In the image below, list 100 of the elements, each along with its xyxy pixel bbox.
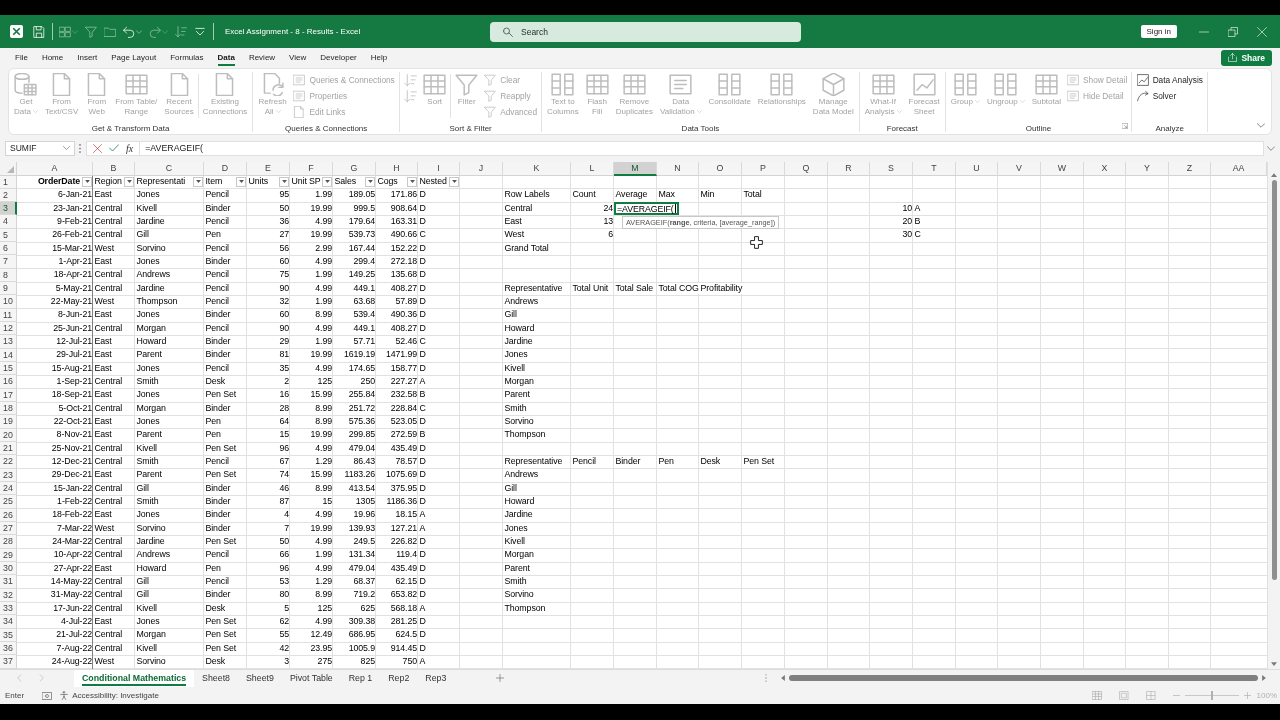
- row-header[interactable]: 13: [0, 335, 17, 349]
- triangle-up-icon[interactable]: [1271, 173, 1277, 177]
- row-header[interactable]: 25: [0, 495, 17, 509]
- column-header[interactable]: N: [657, 162, 699, 176]
- column-header[interactable]: Y: [1126, 162, 1169, 176]
- row-header[interactable]: 30: [0, 562, 17, 576]
- row-header[interactable]: 33: [0, 602, 17, 616]
- accessibility-button[interactable]: Accessibility: Investigate: [60, 691, 159, 701]
- dialog-launcher-icon[interactable]: [1122, 123, 1129, 129]
- menu-tab[interactable]: Insert: [70, 48, 105, 67]
- ribbon-button[interactable]: Data Analysis: [1134, 72, 1205, 88]
- column-header[interactable]: P: [742, 162, 785, 176]
- row-header[interactable]: 3: [0, 202, 17, 216]
- insert-function-button[interactable]: fx: [126, 141, 134, 155]
- record-icon[interactable]: [42, 691, 53, 700]
- filter-dropdown-button[interactable]: [322, 176, 332, 187]
- column-header[interactable]: X: [1084, 162, 1126, 176]
- row-header[interactable]: 7: [0, 255, 17, 269]
- column-header[interactable]: M: [614, 162, 657, 176]
- search-field[interactable]: Search: [490, 21, 801, 42]
- menu-tab[interactable]: Formulas: [163, 48, 211, 67]
- column-header[interactable]: T: [913, 162, 956, 176]
- column-header[interactable]: K: [503, 162, 571, 176]
- filter-dropdown-button[interactable]: [449, 176, 459, 187]
- row-header[interactable]: 34: [0, 615, 17, 629]
- close-icon[interactable]: [1257, 26, 1267, 37]
- column-header[interactable]: B: [93, 162, 135, 176]
- name-box[interactable]: SUMIF: [5, 140, 75, 156]
- menu-tab[interactable]: Developer: [313, 48, 364, 67]
- column-header[interactable]: S: [870, 162, 913, 176]
- page-icon[interactable]: [1118, 691, 1129, 701]
- column-header[interactable]: D: [204, 162, 247, 176]
- filter-dropdown-button[interactable]: [365, 176, 375, 187]
- row-header[interactable]: 18: [0, 402, 17, 416]
- quick-access-button[interactable]: [123, 25, 142, 38]
- menu-tab[interactable]: Page Layout: [104, 48, 164, 67]
- column-header[interactable]: Q: [785, 162, 828, 176]
- menu-tab[interactable]: View: [282, 48, 314, 67]
- column-header[interactable]: E: [247, 162, 290, 176]
- row-header[interactable]: 16: [0, 375, 17, 389]
- column-header[interactable]: AA: [1211, 162, 1267, 176]
- sheet-tab[interactable]: Pivot Table: [281, 669, 341, 687]
- sheet-tab[interactable]: Conditional Mathematics: [74, 669, 195, 687]
- triangle-down-icon[interactable]: [1271, 661, 1277, 666]
- cell-editor[interactable]: =AVERAGEIF(: [614, 202, 679, 216]
- menu-tab[interactable]: Help: [363, 48, 395, 67]
- column-header[interactable]: J: [460, 162, 503, 176]
- sheet-tab[interactable]: Sheet9: [238, 669, 282, 687]
- filter-dropdown-button[interactable]: [407, 176, 417, 187]
- column-header[interactable]: A: [17, 162, 93, 176]
- row-header[interactable]: 4: [0, 215, 17, 229]
- filter-dropdown-button[interactable]: [236, 176, 246, 187]
- formula-input[interactable]: =AVERAGEIF(: [140, 140, 1264, 156]
- column-header[interactable]: H: [376, 162, 418, 176]
- row-header[interactable]: 10: [0, 295, 17, 309]
- column-header[interactable]: W: [1041, 162, 1084, 176]
- filter-dropdown-button[interactable]: [82, 176, 92, 187]
- sheet-tab[interactable]: Rep2: [380, 669, 418, 687]
- menu-tab[interactable]: Review: [241, 48, 283, 67]
- row-header[interactable]: 19: [0, 415, 17, 429]
- row-header[interactable]: 15: [0, 362, 17, 376]
- filter-dropdown-button[interactable]: [193, 176, 203, 187]
- column-header[interactable]: Z: [1169, 162, 1211, 176]
- row-header[interactable]: 12: [0, 322, 17, 336]
- column-header[interactable]: V: [998, 162, 1041, 176]
- column-header[interactable]: I: [418, 162, 460, 176]
- filter-dropdown-button[interactable]: [279, 176, 289, 187]
- sheet-tab[interactable]: Sheet8: [194, 669, 238, 687]
- quick-access-button[interactable]: [194, 25, 206, 38]
- scrollbar-thumb[interactable]: [1271, 180, 1277, 580]
- plus-icon[interactable]: [1243, 692, 1251, 700]
- filter-dropdown-button[interactable]: [124, 176, 134, 187]
- grid-view-icon[interactable]: [1091, 691, 1102, 701]
- column-header[interactable]: U: [956, 162, 998, 176]
- worksheet-grid[interactable]: [17, 175, 1267, 669]
- row-header[interactable]: 24: [0, 482, 17, 496]
- ribbon-button[interactable]: Solver: [1134, 88, 1205, 104]
- row-header[interactable]: 22: [0, 455, 17, 469]
- plus-icon[interactable]: [496, 674, 505, 683]
- row-header[interactable]: 37: [0, 655, 17, 669]
- spreadsheet-logo-icon[interactable]: [10, 25, 23, 38]
- chevron-down-icon[interactable]: [1267, 145, 1275, 151]
- cross-icon[interactable]: [93, 143, 102, 153]
- chevron-down-icon[interactable]: [1257, 123, 1265, 128]
- column-header[interactable]: O: [699, 162, 742, 176]
- column-header[interactable]: G: [333, 162, 376, 176]
- zoom-slider-thumb[interactable]: [1210, 691, 1213, 701]
- row-header[interactable]: 31: [0, 575, 17, 589]
- triangle-left-icon[interactable]: [781, 675, 785, 682]
- row-header[interactable]: 28: [0, 535, 17, 549]
- sign-in-button[interactable]: Sign in: [1140, 25, 1177, 38]
- sheet-tab[interactable]: Rep3: [417, 669, 455, 687]
- menu-tab[interactable]: File: [8, 48, 35, 67]
- row-header[interactable]: 9: [0, 282, 17, 296]
- check-icon[interactable]: [109, 144, 119, 152]
- vertical-scrollbar[interactable]: [1267, 162, 1280, 669]
- column-header[interactable]: R: [828, 162, 870, 176]
- row-header[interactable]: 21: [0, 442, 17, 456]
- scrollbar-thumb[interactable]: [789, 675, 1258, 682]
- menu-tab[interactable]: Home: [34, 48, 71, 67]
